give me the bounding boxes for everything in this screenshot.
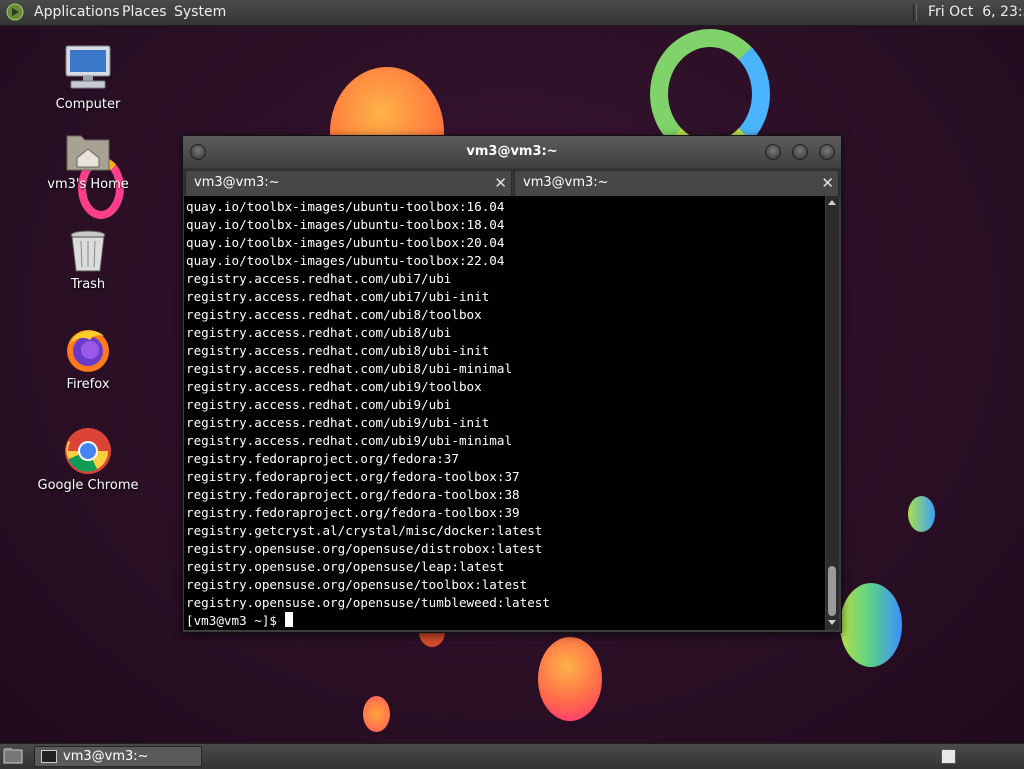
terminal-icon [41, 750, 57, 763]
maximize-button[interactable] [792, 144, 808, 160]
terminal-line: registry.opensuse.org/opensuse/distrobox… [186, 541, 543, 556]
tab-bar: vm3@vm3:~ ✕ vm3@vm3:~ ✕ [183, 168, 841, 196]
terminal-line: registry.access.redhat.com/ubi9/toolbox [186, 379, 482, 394]
home-folder-icon [66, 135, 110, 171]
window-title: vm3@vm3:~ [466, 144, 558, 159]
firefox-icon [67, 330, 109, 372]
terminal-line: registry.fedoraproject.org/fedora:37 [186, 451, 459, 466]
terminal-line: registry.getcryst.al/crystal/misc/docker… [186, 523, 543, 538]
desktop-icon-firefox[interactable]: Firefox [33, 326, 143, 394]
workspace-switcher[interactable] [941, 749, 956, 764]
window-titlebar[interactable]: vm3@vm3:~ [183, 136, 841, 168]
terminal-line: quay.io/toolbx-images/ubuntu-toolbox:16.… [186, 199, 505, 214]
terminal-line: registry.opensuse.org/opensuse/leap:late… [186, 559, 505, 574]
terminal-window: vm3@vm3:~ vm3@vm3:~ ✕ vm3@vm3:~ ✕ quay.i… [182, 135, 842, 633]
wallpaper-pink-blob [538, 637, 602, 721]
terminal-line: registry.opensuse.org/opensuse/toolbox:l… [186, 577, 528, 592]
scrollbar-thumb[interactable] [828, 566, 836, 616]
system-menu[interactable]: System [174, 0, 226, 25]
terminal-line: registry.access.redhat.com/ubi9/ubi-init [186, 415, 490, 430]
desktop-icon-label: Firefox [66, 377, 110, 392]
distro-logo-icon[interactable] [6, 3, 24, 21]
terminal-line: registry.access.redhat.com/ubi8/ubi-mini… [186, 361, 513, 376]
terminal-text: quay.io/toolbx-images/ubuntu-toolbox:16.… [186, 198, 550, 630]
terminal-line: quay.io/toolbx-images/ubuntu-toolbox:18.… [186, 217, 505, 232]
computer-icon [65, 45, 111, 89]
taskbar-item-label: vm3@vm3:~ [63, 749, 149, 764]
desktop-icon-label: Trash [70, 277, 106, 292]
window-menu-button[interactable] [190, 144, 206, 160]
desktop-icon-computer[interactable]: Computer [33, 44, 143, 114]
tab-close-icon[interactable]: ✕ [494, 171, 507, 195]
show-desktop-icon[interactable] [3, 747, 23, 765]
desktop-icon-label: Google Chrome [37, 478, 139, 493]
scroll-up-arrow-icon[interactable] [828, 200, 836, 205]
terminal-prompt: [vm3@vm3 ~]$ [186, 613, 285, 628]
terminal-line: registry.fedoraproject.org/fedora-toolbo… [186, 505, 520, 520]
tab-terminal-2[interactable]: vm3@vm3:~ ✕ [514, 170, 839, 196]
terminal-line: registry.access.redhat.com/ubi7/ubi-init [186, 289, 490, 304]
wallpaper-small-orange-blob [363, 696, 390, 732]
terminal-line: registry.access.redhat.com/ubi8/ubi [186, 325, 452, 340]
wallpaper-green-blob [840, 583, 902, 667]
tab-terminal-1[interactable]: vm3@vm3:~ ✕ [185, 170, 512, 196]
terminal-line: registry.access.redhat.com/ubi8/ubi-init [186, 343, 490, 358]
terminal-cursor [284, 612, 293, 627]
trash-icon [70, 230, 106, 272]
desktop-icon-chrome[interactable]: Google Chrome [33, 427, 143, 495]
desktop-icon-home[interactable]: vm3's Home [33, 128, 143, 196]
terminal-line: quay.io/toolbx-images/ubuntu-toolbox:20.… [186, 235, 505, 250]
top-panel: Applications Places System Fri Oct 6, 23… [0, 0, 1024, 26]
terminal-line: quay.io/toolbx-images/ubuntu-toolbox:22.… [186, 253, 505, 268]
terminal-line: registry.fedoraproject.org/fedora-toolbo… [186, 469, 520, 484]
terminal-line: registry.opensuse.org/opensuse/tumblewee… [186, 595, 550, 610]
desktop-icon-label: vm3's Home [47, 177, 129, 192]
terminal-line: registry.fedoraproject.org/fedora-toolbo… [186, 487, 520, 502]
desktop-icon-trash[interactable]: Trash [33, 229, 143, 295]
clock[interactable]: Fri Oct 6, 23:58 [928, 0, 1024, 25]
tab-close-icon[interactable]: ✕ [821, 171, 834, 195]
scroll-down-arrow-icon[interactable] [828, 620, 836, 625]
chrome-icon [65, 428, 111, 474]
taskbar-item-terminal[interactable]: vm3@vm3:~ [34, 746, 202, 767]
terminal-line: registry.access.redhat.com/ubi7/ubi [186, 271, 452, 286]
panel-separator [913, 4, 917, 21]
minimize-button[interactable] [765, 144, 781, 160]
wallpaper-blue-blob [908, 496, 935, 532]
applications-menu[interactable]: Applications [34, 0, 120, 25]
terminal-scrollbar[interactable] [826, 196, 839, 630]
terminal-line: registry.access.redhat.com/ubi8/toolbox [186, 307, 482, 322]
bottom-panel: vm3@vm3:~ [0, 743, 1024, 769]
places-menu[interactable]: Places [122, 0, 167, 25]
tab-label: vm3@vm3:~ [194, 175, 280, 190]
close-button[interactable] [819, 144, 835, 160]
tab-label: vm3@vm3:~ [523, 175, 609, 190]
terminal-output[interactable]: quay.io/toolbx-images/ubuntu-toolbox:16.… [184, 196, 825, 630]
desktop-icon-label: Computer [55, 97, 121, 112]
terminal-line: registry.access.redhat.com/ubi9/ubi [186, 397, 452, 412]
terminal-line: registry.access.redhat.com/ubi9/ubi-mini… [186, 433, 513, 448]
